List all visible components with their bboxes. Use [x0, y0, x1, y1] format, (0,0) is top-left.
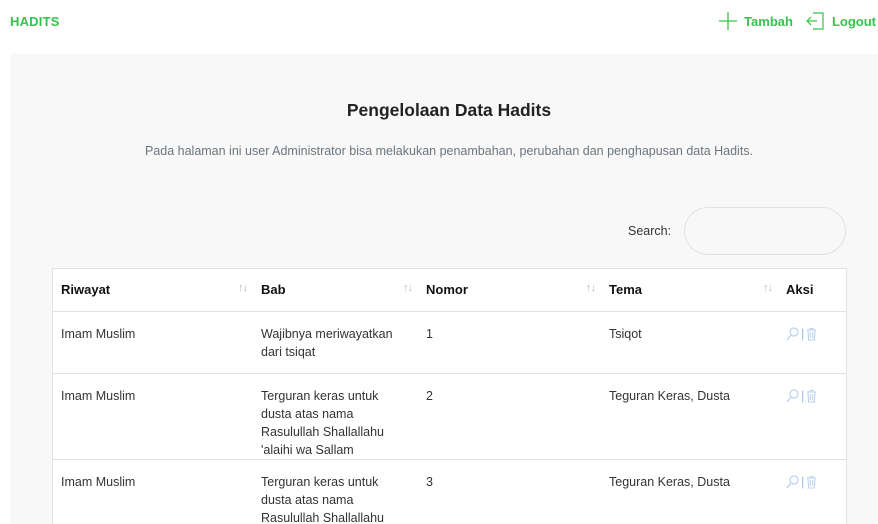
logout-icon — [806, 10, 826, 32]
nav-actions: Tambah Logout — [718, 10, 876, 32]
table-row: Imam Muslim Wajibnya meriwayatkan dari t… — [53, 311, 846, 374]
logout-button-label: Logout — [831, 13, 876, 29]
cell-actions: | — [778, 459, 846, 524]
trash-icon[interactable] — [806, 475, 817, 489]
action-separator: | — [801, 325, 805, 341]
magnifier-icon[interactable] — [786, 388, 799, 403]
table-row: Imam Muslim Terguran keras untuk dusta a… — [53, 373, 846, 460]
table-row: Imam Muslim Terguran keras untuk dusta a… — [53, 459, 846, 524]
table-header-row: Riwayat ↑↓ Bab ↑↓ Nomor ↑↓ Tema ↑↓ Aksi — [53, 269, 846, 312]
column-header-nomor[interactable]: Nomor ↑↓ — [418, 269, 601, 312]
search-label: Search: — [628, 224, 672, 238]
magnifier-icon[interactable] — [786, 474, 799, 489]
add-button-label: Tambah — [744, 13, 793, 29]
hadits-table: Riwayat ↑↓ Bab ↑↓ Nomor ↑↓ Tema ↑↓ Aksi Imam… — [52, 268, 847, 524]
column-header-riwayat[interactable]: Riwayat ↑↓ — [53, 269, 253, 312]
sort-icon: ↑↓ — [238, 282, 248, 294]
cell-actions: | — [778, 373, 846, 460]
cell-bab: Terguran keras untuk dusta atas nama Ras… — [253, 459, 418, 524]
sort-icon: ↑↓ — [763, 282, 773, 294]
cell-riwayat: Imam Muslim — [53, 311, 253, 374]
top-navbar: HADITS Tambah Logout — [0, 0, 878, 46]
page-subtitle: Pada halaman ini user Administrator bisa… — [144, 144, 754, 158]
cell-nomor: 3 — [418, 459, 601, 524]
sort-icon: ↑↓ — [586, 282, 596, 294]
page-title: Pengelolaan Data Hadits — [346, 100, 552, 120]
cell-tema: Teguran Keras, Dusta — [601, 373, 778, 460]
action-separator: | — [801, 473, 805, 489]
cell-bab: Terguran keras untuk dusta atas nama Ras… — [253, 373, 418, 460]
cell-riwayat: Imam Muslim — [53, 373, 253, 460]
trash-icon[interactable] — [806, 327, 817, 341]
column-header-aksi: Aksi — [778, 269, 846, 312]
logout-button[interactable]: Logout — [806, 10, 876, 32]
cell-nomor: 1 — [418, 311, 601, 374]
cell-riwayat: Imam Muslim — [53, 459, 253, 524]
sort-icon: ↑↓ — [403, 282, 413, 294]
column-header-bab[interactable]: Bab ↑↓ — [253, 269, 418, 312]
add-button[interactable]: Tambah — [718, 11, 793, 31]
cell-nomor: 2 — [418, 373, 601, 460]
cell-tema: Teguran Keras, Dusta — [601, 459, 778, 524]
search-input[interactable] — [684, 207, 846, 255]
magnifier-icon[interactable] — [786, 326, 799, 341]
cell-actions: | — [778, 311, 846, 374]
plus-icon — [718, 11, 738, 31]
brand-logo[interactable]: HADITS — [10, 14, 60, 29]
column-header-tema[interactable]: Tema ↑↓ — [601, 269, 778, 312]
action-separator: | — [801, 387, 805, 403]
trash-icon[interactable] — [806, 389, 817, 403]
cell-bab: Wajibnya meriwayatkan dari tsiqat — [253, 311, 418, 374]
cell-tema: Tsiqot — [601, 311, 778, 374]
